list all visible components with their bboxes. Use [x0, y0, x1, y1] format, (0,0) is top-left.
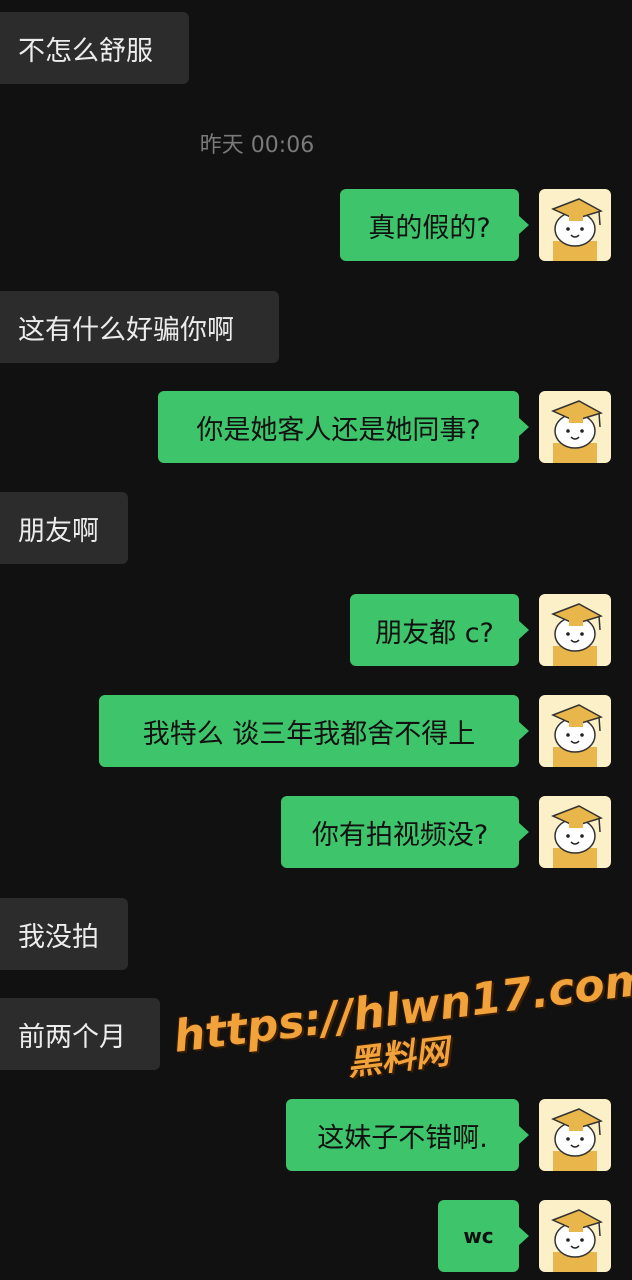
dog-avatar-icon: [551, 603, 603, 666]
avatar[interactable]: [539, 1099, 611, 1171]
incoming-bubble[interactable]: 前两个月: [0, 998, 160, 1070]
incoming-bubble[interactable]: 朋友啊: [0, 492, 128, 564]
outgoing-bubble[interactable]: 你有拍视频没?: [281, 796, 529, 868]
outgoing-bubble[interactable]: 这妹子不错啊.: [286, 1099, 529, 1171]
dog-avatar-icon: [551, 400, 603, 463]
outgoing-bubble[interactable]: 真的假的?: [340, 189, 529, 261]
outgoing-bubble[interactable]: 朋友都 c?: [350, 594, 529, 666]
dog-avatar-icon: [551, 1108, 603, 1171]
avatar[interactable]: [539, 594, 611, 666]
outgoing-bubble[interactable]: 你是她客人还是她同事?: [158, 391, 529, 463]
outgoing-bubble[interactable]: 我特么 谈三年我都舍不得上: [99, 695, 529, 767]
incoming-bubble[interactable]: 这有什么好骗你啊: [0, 291, 279, 363]
dog-avatar-icon: [551, 198, 603, 261]
incoming-bubble[interactable]: 我没拍: [0, 898, 128, 970]
dog-avatar-icon: [551, 1209, 603, 1272]
avatar[interactable]: [539, 796, 611, 868]
watermark: https://hlwn17.com 黑料网: [171, 954, 632, 1106]
dog-avatar-icon: [551, 805, 603, 868]
avatar[interactable]: [539, 1200, 611, 1272]
avatar[interactable]: [539, 391, 611, 463]
timestamp: 昨天 00:06: [199, 133, 315, 158]
outgoing-bubble[interactable]: wc: [438, 1200, 529, 1272]
avatar[interactable]: [539, 189, 611, 261]
dog-avatar-icon: [551, 704, 603, 767]
incoming-bubble[interactable]: 不怎么舒服: [0, 12, 189, 84]
avatar[interactable]: [539, 695, 611, 767]
